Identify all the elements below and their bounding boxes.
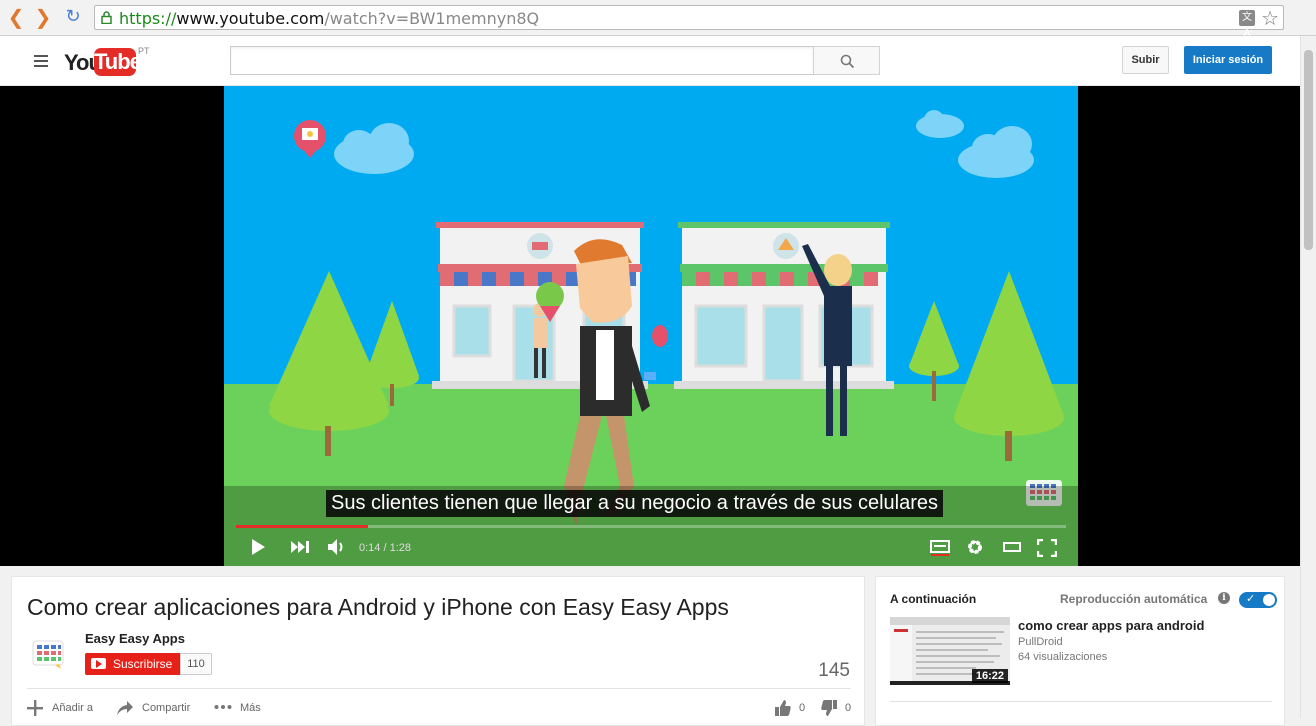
like-button[interactable]: 0 — [774, 699, 808, 717]
video-title: Como crear aplicaciones para Android y i… — [27, 594, 729, 620]
video-duration: 16:22 — [971, 669, 1008, 683]
toggle-knob — [1263, 594, 1275, 606]
search-input[interactable] — [230, 46, 814, 75]
subtitle-caption: Sus clientes tienen que llegar a su nego… — [326, 490, 944, 517]
channel-avatar-icon[interactable] — [31, 635, 67, 671]
divider — [27, 688, 851, 689]
share-arrow-icon — [117, 701, 133, 715]
dislike-count: 0 — [845, 702, 852, 714]
url-host: www.youtube.com — [176, 9, 325, 28]
more-button[interactable]: Más — [214, 699, 274, 717]
upload-button[interactable]: Subir — [1122, 46, 1169, 74]
more-label: Más — [240, 702, 261, 714]
divider — [890, 701, 1272, 702]
like-count: 0 — [799, 702, 806, 714]
play-icon[interactable] — [250, 538, 266, 556]
youtube-play-icon — [91, 658, 106, 669]
next-video-views: 64 visualizaciones — [1018, 651, 1108, 663]
video-info-card: Como crear aplicaciones para Android y i… — [11, 576, 865, 726]
volume-icon[interactable] — [327, 538, 347, 556]
subscribe-button[interactable]: Suscribirse — [85, 653, 180, 675]
watch-sidebar: A continuación Reproducción automática i… — [875, 576, 1285, 726]
reload-icon[interactable]: ↻ — [62, 6, 84, 28]
url-text: https://www.youtube.com/watch?v=BW1memny… — [119, 9, 539, 28]
theater-mode-icon[interactable] — [1003, 541, 1021, 553]
logo-tube: Tube — [94, 48, 142, 76]
settings-gear-icon[interactable] — [966, 538, 984, 556]
progress-bar[interactable] — [236, 525, 1066, 528]
lock-icon — [101, 11, 112, 24]
channel-name[interactable]: Easy Easy Apps — [85, 631, 185, 646]
search-icon — [840, 54, 855, 69]
subscribe-label: Suscribirse — [113, 657, 173, 671]
up-next-heading: A continuación — [890, 592, 977, 606]
add-to-button[interactable]: Añadir a — [26, 699, 106, 717]
guide-menu-icon[interactable] — [34, 55, 48, 67]
add-to-label: Añadir a — [52, 702, 93, 714]
dislike-button[interactable]: 0 — [820, 699, 854, 717]
fullscreen-icon[interactable] — [1037, 539, 1057, 557]
share-label: Compartir — [142, 702, 191, 714]
signin-button[interactable]: Iniciar sesión — [1184, 46, 1272, 74]
back-icon[interactable]: ❮ — [5, 6, 27, 28]
translate-icon[interactable]: 文A — [1239, 10, 1255, 39]
next-icon[interactable] — [290, 540, 310, 554]
time-display: 0:14 / 1:28 — [359, 542, 411, 554]
browser-toolbar: ❮ ❯ ↻ https://www.youtube.com/watch?v=BW… — [0, 0, 1316, 39]
next-video-channel: PullDroid — [1018, 636, 1063, 648]
search-button[interactable] — [813, 46, 880, 75]
url-scheme: https:// — [119, 9, 177, 28]
region-code: PT — [138, 46, 150, 56]
video-frame[interactable]: Sus clientes tienen que llegar a su nego… — [224, 86, 1078, 566]
progress-fill — [236, 525, 368, 528]
info-icon[interactable]: i — [1218, 592, 1230, 604]
forward-icon[interactable]: ❯ — [32, 6, 54, 28]
plus-icon — [27, 700, 43, 716]
player-controls: 0:14 / 1:28 — [224, 530, 1078, 566]
autoplay-toggle[interactable]: ✓ — [1239, 592, 1277, 608]
thumbs-up-icon — [775, 700, 791, 716]
thumbs-down-icon — [821, 700, 837, 716]
address-bar[interactable]: https://www.youtube.com/watch?v=BW1memny… — [94, 5, 1284, 39]
view-count: 145 — [818, 660, 850, 681]
subtitles-icon[interactable] — [930, 540, 950, 556]
share-button[interactable]: Compartir — [116, 699, 200, 717]
next-video-title[interactable]: como crear apps para android — [1018, 618, 1204, 633]
subscriber-count: 110 — [180, 653, 212, 675]
autoplay-label: Reproducción automática — [1060, 592, 1208, 606]
page-scrollbar[interactable] — [1300, 36, 1316, 718]
video-player[interactable]: Sus clientes tienen que llegar a su nego… — [0, 86, 1300, 566]
yt-masthead: You Tube PT Subir Iniciar sesión — [0, 36, 1300, 86]
more-dots-icon — [214, 705, 232, 709]
url-path: /watch?v=BW1memnyn8Q — [324, 9, 540, 28]
bookmark-star-icon[interactable]: ☆ — [1261, 6, 1279, 30]
check-icon: ✓ — [1246, 592, 1256, 605]
next-video-thumbnail[interactable]: 16:22 — [890, 617, 1010, 685]
scrollbar-thumb[interactable] — [1304, 50, 1313, 250]
